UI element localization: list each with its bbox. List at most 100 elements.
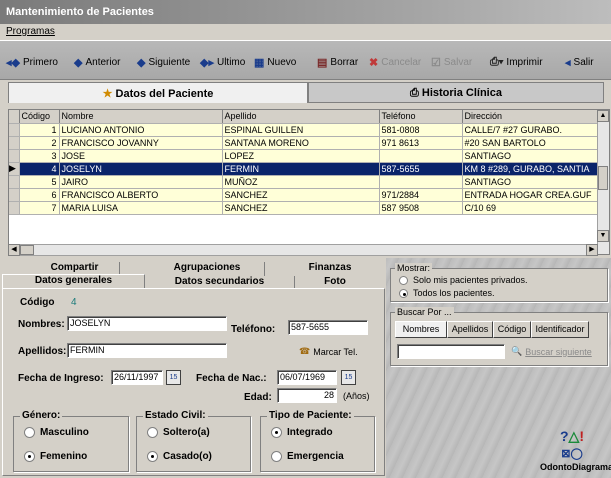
tab-agrupaciones[interactable]: Agrupaciones — [150, 262, 265, 276]
fecha-ingreso-field[interactable]: 26/11/1997 — [111, 370, 163, 385]
cell-direccion: ENTRADA HOGAR CREA.GUF — [462, 188, 598, 202]
table-row[interactable]: 1 LUCIANO ANTONIO ESPINAL GUILLEN 581-08… — [9, 123, 598, 137]
table-row[interactable]: 7 MARIA LUISA SANCHEZ 587 9508 C/10 69 — [9, 201, 598, 215]
masculino-label: Masculino — [40, 427, 89, 438]
ultimo-label: Ultimo — [216, 56, 246, 68]
cell-codigo: 5 — [19, 175, 60, 189]
cell-nombre: JAIRO — [59, 175, 223, 189]
table-row[interactable]: 5 JAIRO MUÑOZ SANTIAGO — [9, 175, 598, 189]
integrado-radio[interactable]: Integrado — [271, 427, 333, 438]
imprimir-button[interactable]: ⎙▾ Imprimir — [490, 54, 543, 70]
grid-vertical-scrollbar[interactable]: ▲ ▼ — [597, 110, 609, 254]
header-apellido[interactable]: Apellido — [222, 110, 380, 124]
datos-generales-panel: Código 4 Nombres: JOSELYN Teléfono: 587-… — [2, 288, 385, 476]
masculino-radio[interactable]: Masculino — [24, 427, 89, 438]
borrar-label: Borrar — [330, 56, 359, 68]
scroll-up-icon[interactable]: ▲ — [597, 110, 609, 122]
buscar-tab-codigo[interactable]: Código — [493, 321, 531, 338]
todos-radio[interactable]: Todos los pacientes. — [399, 288, 495, 298]
header-direccion[interactable]: Dirección — [462, 110, 598, 124]
primero-button[interactable]: ◂◆ Primero — [6, 54, 58, 70]
cell-telefono: 971/2884 — [379, 188, 463, 202]
cell-codigo: 7 — [19, 201, 60, 215]
tab-datos-paciente[interactable]: ★ Datos del Paciente — [8, 82, 308, 103]
codigo-value: 4 — [71, 297, 77, 308]
buscar-tab-identificador[interactable]: Identificador — [531, 321, 589, 338]
fecha-ingreso-label: Fecha de Ingreso: — [18, 373, 104, 384]
tab-historia-label: Historia Clínica — [421, 87, 502, 99]
cell-apellido: FERMIN — [222, 162, 380, 176]
nuevo-button[interactable]: ▦ Nuevo — [254, 54, 296, 70]
header-codigo[interactable]: Código — [19, 110, 60, 124]
cancelar-button[interactable]: ✖ Cancelar — [369, 54, 421, 70]
table-row[interactable]: 3 JOSE LOPEZ SANTIAGO — [9, 149, 598, 163]
telefono-label: Teléfono: — [231, 324, 276, 335]
siguiente-button[interactable]: ◆ Siguiente — [137, 54, 190, 70]
ultimo-button[interactable]: ◆▸ Ultimo — [200, 54, 245, 70]
grid-horizontal-scrollbar[interactable]: ◀ ▶ — [8, 244, 598, 256]
scroll-down-icon[interactable]: ▼ — [597, 230, 609, 242]
fecha-nac-field[interactable]: 06/07/1969 — [277, 370, 337, 385]
odontodiagrama-button[interactable]: ?△! ⊠◯ OdontoDiagrama — [540, 428, 611, 472]
buscar-title: Buscar Por ... — [395, 307, 454, 317]
cell-nombre: FRANCISCO JOVANNY — [59, 136, 223, 150]
table-row-selected[interactable]: ▶ 4 JOSELYN FERMIN 587-5655 KM 8 #289, G… — [9, 162, 598, 176]
cell-nombre: JOSELYN — [59, 162, 223, 176]
casado-label: Casado(o) — [163, 451, 212, 462]
scroll-left-icon[interactable]: ◀ — [8, 244, 20, 256]
mostrar-title: Mostrar: — [395, 263, 433, 273]
salvar-button[interactable]: ☑ Salvar — [431, 54, 472, 70]
tab-finanzas[interactable]: Finanzas — [290, 262, 370, 276]
cell-direccion: SANTIAGO — [462, 149, 598, 163]
delete-icon: ▤ — [317, 56, 328, 69]
casado-radio[interactable]: Casado(o) — [147, 451, 212, 462]
salir-button[interactable]: ◂ Salir — [565, 54, 594, 70]
menu-programas[interactable]: Programas — [6, 26, 55, 37]
edad-field[interactable]: 28 — [277, 388, 337, 403]
search-input[interactable] — [397, 344, 505, 359]
estado-civil-title: Estado Civil: — [143, 410, 208, 421]
odontodiagrama-icon: ?△! ⊠◯ — [559, 428, 584, 460]
header-telefono[interactable]: Teléfono — [379, 110, 463, 124]
cell-direccion: SANTIAGO — [462, 175, 598, 189]
femenino-radio[interactable]: Femenino — [24, 451, 87, 462]
calendar-icon[interactable]: 15 — [341, 370, 356, 385]
estado-civil-group: Estado Civil: Soltero(a) Casado(o) — [136, 410, 251, 472]
next-record-icon: ◆ — [137, 56, 146, 69]
cell-direccion: C/10 69 — [462, 201, 598, 215]
anterior-button[interactable]: ◆ Anterior — [74, 54, 120, 70]
table-row[interactable]: 6 FRANCISCO ALBERTO SANCHEZ 971/2884 ENT… — [9, 188, 598, 202]
scroll-right-icon[interactable]: ▶ — [586, 244, 598, 256]
search-icon: 🔍 — [511, 346, 523, 356]
emergencia-radio[interactable]: Emergencia — [271, 451, 344, 462]
marcar-tel-button[interactable]: ☎ Marcar Tel. — [299, 346, 358, 357]
borrar-button[interactable]: ▤ Borrar — [317, 54, 358, 70]
soltero-radio[interactable]: Soltero(a) — [147, 427, 210, 438]
toolbar: ◂◆ Primero ◆ Anterior ◆ Siguiente ◆▸ Ultimo … — [0, 40, 611, 80]
buscar-tab-apellidos[interactable]: Apellidos — [447, 321, 493, 338]
calendar-icon[interactable]: 15 — [166, 370, 181, 385]
title-bar: Mantenimiento de Pacientes — [0, 0, 611, 24]
exit-icon: ◂ — [565, 56, 571, 69]
solo-privados-radio[interactable]: Solo mis pacientes privados. — [399, 275, 528, 285]
cell-telefono: 587-5655 — [379, 162, 463, 176]
buscar-siguiente-button[interactable]: 🔍 Buscar siguiente — [511, 346, 592, 357]
header-nombre[interactable]: Nombre — [59, 110, 223, 124]
telefono-field[interactable]: 587-5655 — [288, 320, 368, 335]
apellidos-field[interactable]: FERMIN — [67, 343, 227, 358]
edad-unit: (Años) — [343, 391, 370, 401]
buscar-tab-nombres[interactable]: Nombres — [395, 321, 447, 338]
row-indicator — [9, 188, 20, 202]
last-record-icon: ◆▸ — [200, 56, 214, 69]
nombres-field[interactable]: JOSELYN — [67, 316, 227, 331]
hscroll-thumb[interactable] — [20, 245, 34, 255]
scroll-thumb[interactable] — [598, 166, 608, 190]
tab-historia-clinica[interactable]: ⎙ Historia Clínica — [308, 82, 604, 103]
soltero-label: Soltero(a) — [163, 427, 210, 438]
patients-grid[interactable]: Código Nombre Apellido Teléfono Direcció… — [8, 109, 610, 255]
cell-telefono: 587 9508 — [379, 201, 463, 215]
new-record-icon: ▦ — [254, 56, 265, 69]
patients-table: Código Nombre Apellido Teléfono Direcció… — [9, 110, 598, 215]
main-window: Mantenimiento de Pacientes Programas ◂◆ P… — [0, 0, 611, 478]
table-row[interactable]: 2 FRANCISCO JOVANNY SANTANA MORENO 971 8… — [9, 136, 598, 150]
